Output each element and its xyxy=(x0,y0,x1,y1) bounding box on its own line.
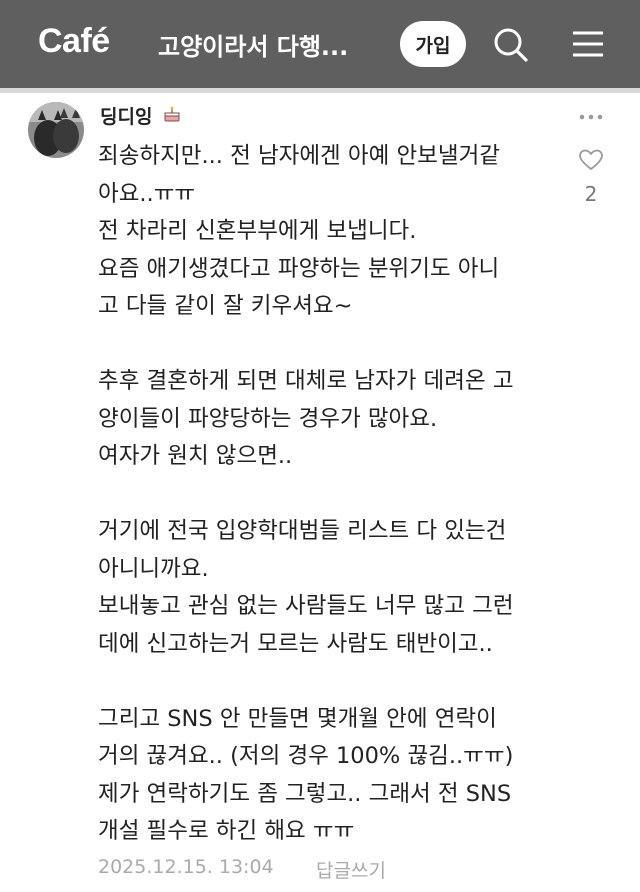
comment-line: 전 차라리 신혼부부에게 보냅니다. xyxy=(98,218,417,244)
cafe-logo[interactable]: Café xyxy=(38,22,110,61)
cake-icon xyxy=(163,106,181,122)
more-options-icon[interactable] xyxy=(578,108,604,126)
header-divider xyxy=(0,88,640,93)
comment-line: 죄송하지만... 전 남자에겐 아예 안보낼거같 xyxy=(98,143,500,169)
avatar[interactable] xyxy=(28,102,84,158)
comment-line: 제가 연락하기도 좀 그렇고.. 그래서 전 SNS xyxy=(98,780,512,807)
comment-line: 양이들이 파양당하는 경우가 많아요. xyxy=(98,405,438,432)
heart-icon[interactable] xyxy=(578,148,604,172)
search-icon[interactable] xyxy=(490,24,530,64)
menu-icon[interactable] xyxy=(568,24,608,64)
comment-line: 개설 필수로 하긴 해요 ㅠㅠ xyxy=(98,818,355,844)
comment-author[interactable]: 딩디잉 xyxy=(100,102,152,129)
comment-line: 거의 끊겨요.. (저의 경우 100% 끊김..ㅠㅠ) xyxy=(98,743,514,769)
comment-line: 요즘 애기생겼다고 파양하는 분위기도 아니 xyxy=(98,255,500,282)
comment-line: 그리고 SNS 안 만들면 몇개월 안에 연락이 xyxy=(98,705,497,732)
comment-body: 죄송하지만... 전 남자에겐 아예 안보낼거같 아요..ㅠㅠ 전 차라리 신혼… xyxy=(98,138,568,851)
comment-date: 2025.12.15. 13:04 xyxy=(98,856,274,878)
comment-line: 아니니까요. xyxy=(98,555,209,582)
comment-line: 추후 결혼하게 되면 대체로 남자가 데려온 고 xyxy=(98,368,514,394)
top-header: Café 고양이라서 다행... 가입 xyxy=(0,0,640,88)
join-button[interactable]: 가입 xyxy=(400,21,466,67)
comment-line: 데에 신고하는거 모르는 사람도 태반이고.. xyxy=(98,630,493,657)
comment-line: 여자가 원치 않으면.. xyxy=(98,443,293,469)
comment-line: 아요..ㅠㅠ xyxy=(98,180,196,207)
cafe-name[interactable]: 고양이라서 다행... xyxy=(158,27,378,62)
reply-button[interactable]: 답글쓰기 xyxy=(316,856,386,883)
comment-line: 거기에 전국 입양학대범들 리스트 다 있는건 xyxy=(98,518,507,544)
comment-line: 보내놓고 관심 없는 사람들도 너무 많고 그런 xyxy=(98,593,514,619)
comment-line: 고 다들 같이 잘 키우셔요~ xyxy=(98,293,353,319)
like-count: 2 xyxy=(584,182,598,206)
